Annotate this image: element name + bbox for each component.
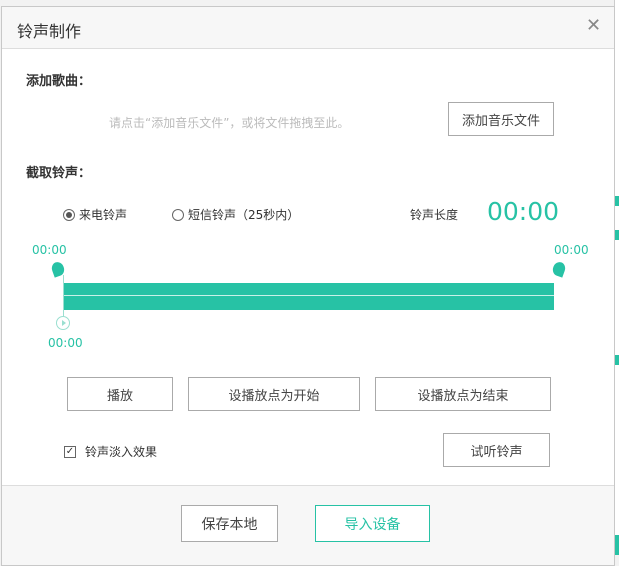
radio-unselected-icon (172, 208, 184, 221)
trim-heading: 截取铃声： (26, 166, 92, 181)
dialog-header: 铃声制作 ✕ (2, 7, 614, 49)
playhead-time-label: 00:00 (48, 336, 83, 350)
preview-ringtone-button[interactable]: 试听铃声 (443, 433, 550, 467)
length-label: 铃声长度 (410, 208, 459, 222)
background-fragment (615, 196, 619, 206)
set-end-button[interactable]: 设播放点为结束 (375, 377, 551, 411)
add-music-file-button[interactable]: 添加音乐文件 (448, 102, 554, 136)
dialog-footer: 保存本地 导入设备 (2, 485, 614, 565)
playhead-play-icon[interactable] (56, 316, 70, 330)
add-song-heading: 添加歌曲： (26, 74, 92, 89)
set-start-button[interactable]: 设播放点为开始 (188, 377, 360, 411)
radio-call-ringtone[interactable]: 来电铃声 (63, 206, 127, 223)
waveform-track[interactable] (63, 283, 554, 310)
radio-selected-icon (63, 208, 75, 221)
length-value: 00:00 (487, 197, 560, 226)
dialog-title: 铃声制作 (17, 22, 82, 41)
close-icon[interactable]: ✕ (586, 15, 601, 36)
background-fragment (615, 355, 619, 365)
radio-label: 短信铃声（25秒内） (188, 208, 300, 222)
background-fragment (615, 535, 619, 555)
playhead-line (63, 275, 64, 317)
play-button[interactable]: 播放 (67, 377, 173, 411)
ringtone-dialog: 铃声制作 ✕ 添加歌曲： 请点击“添加音乐文件”，或将文件拖拽至此。 添加音乐文… (1, 6, 615, 566)
drop-hint: 请点击“添加音乐文件”，或将文件拖拽至此。 (109, 116, 350, 130)
radio-label: 来电铃声 (79, 208, 128, 222)
track-center-line (63, 295, 554, 296)
end-time-label: 00:00 (554, 243, 589, 257)
checkbox-checked-icon: ✓ (64, 445, 76, 458)
start-time-label: 00:00 (32, 243, 67, 257)
end-marker-handle[interactable] (550, 260, 568, 278)
fade-in-checkbox[interactable]: ✓ 铃声淡入效果 (64, 443, 157, 460)
save-local-button[interactable]: 保存本地 (181, 505, 278, 542)
background-fragment (615, 230, 619, 240)
radio-sms-ringtone[interactable]: 短信铃声（25秒内） (172, 206, 299, 223)
fade-in-label: 铃声淡入效果 (85, 445, 158, 459)
import-device-button[interactable]: 导入设备 (315, 505, 430, 542)
